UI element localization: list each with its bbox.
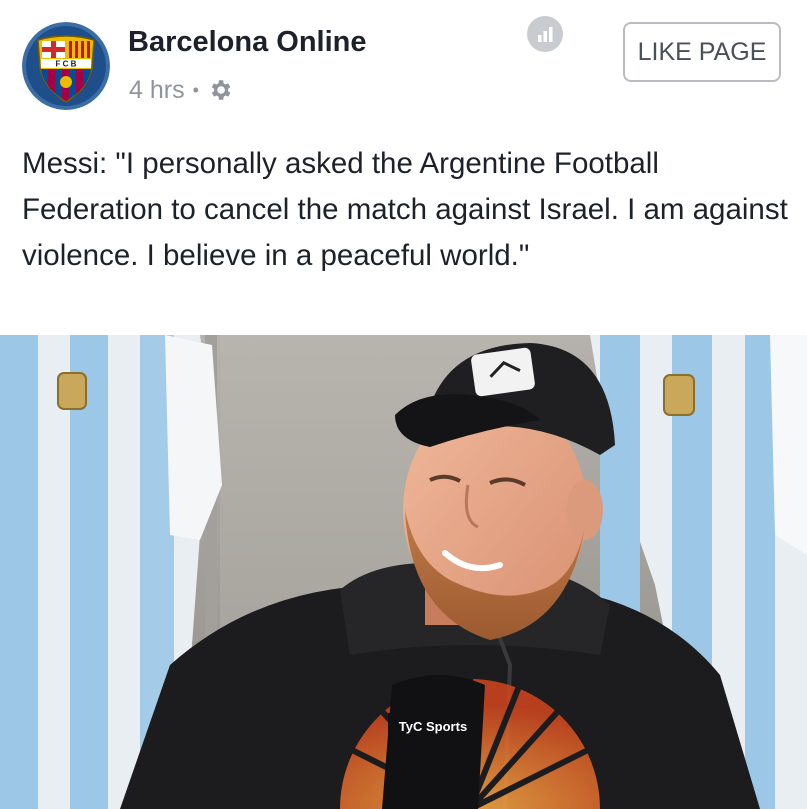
insights-icon[interactable] (527, 16, 563, 52)
post-message: Messi: "I personally asked the Argentine… (22, 147, 788, 272)
like-page-button[interactable]: LIKE PAGE (623, 22, 781, 82)
post-header: F C B Barcelona Online 4 hrs • LIKE PAGE (0, 0, 807, 125)
mic-brand-label: TyC Sports (399, 719, 467, 734)
post-photo[interactable]: TyC Sports (0, 335, 807, 809)
photo-of-messi: TyC Sports (0, 335, 807, 809)
meta-separator: • (192, 79, 199, 100)
page-avatar[interactable]: F C B (22, 22, 110, 110)
post-meta: 4 hrs • (129, 74, 233, 106)
page-name[interactable]: Barcelona Online (128, 26, 367, 59)
fc-barcelona-crest-icon: F C B (22, 22, 110, 110)
svg-text:F C B: F C B (56, 60, 77, 69)
post-timestamp[interactable]: 4 hrs (129, 76, 185, 105)
gear-icon[interactable] (207, 77, 233, 103)
